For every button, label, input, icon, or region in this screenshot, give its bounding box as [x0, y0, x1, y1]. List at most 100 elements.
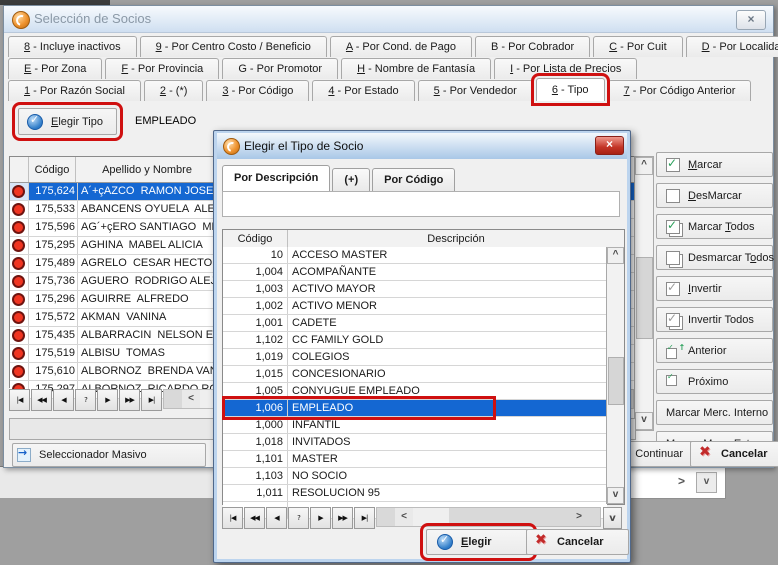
filter-tab[interactable]: 9 - Por Centro Costo / Beneficio [140, 36, 327, 57]
filter-tab[interactable]: A - Por Cond. de Pago [330, 36, 472, 57]
record-marker-icon [12, 329, 25, 342]
type-row[interactable]: 1,006 EMPLEADO [223, 400, 607, 417]
app-logo-icon [12, 11, 30, 29]
description-column-header[interactable]: Descripción [288, 230, 624, 247]
type-search-input[interactable] [222, 191, 620, 217]
dialog-cancel-button[interactable]: Cancelar [526, 529, 629, 555]
choose-type-button[interactable]: Elegir Tipo [18, 108, 117, 135]
filter-tab[interactable]: E - Por Zona [8, 58, 102, 79]
navigator-button[interactable]: ▶| [354, 507, 375, 529]
side-action-button[interactable]: Marcar Merc. Interno [656, 400, 773, 425]
cancel-button[interactable]: Cancelar [690, 441, 778, 467]
navigator-button[interactable]: ▶ [97, 389, 118, 411]
close-button[interactable]: × [736, 10, 766, 30]
type-row[interactable]: 1,015 CONCESIONARIO [223, 366, 607, 383]
type-description: ACTIVO MAYOR [288, 281, 607, 297]
scroll-down-icon[interactable]: v [603, 507, 622, 529]
mass-selector-button[interactable]: Seleccionador Masivo [12, 443, 206, 467]
type-row[interactable]: 1,003 ACTIVO MAYOR [223, 281, 607, 298]
navigator-button[interactable]: ? [288, 507, 309, 529]
type-row[interactable]: 10 ACCESO MASTER [223, 247, 607, 264]
scroll-right-icon[interactable]: > [572, 508, 586, 526]
navigator-button[interactable]: ◀◀ [31, 389, 52, 411]
filter-tab[interactable]: 3 - Por Código [206, 80, 309, 101]
record-marker-icon [12, 311, 25, 324]
filter-tab[interactable]: 5 - Por Vendedor [418, 80, 533, 101]
scroll-right-icon[interactable]: > [678, 474, 685, 488]
filter-tab[interactable]: G - Por Promotor [222, 58, 338, 79]
code-column-header[interactable]: Código [223, 230, 288, 247]
scroll-up-icon[interactable]: ^ [635, 157, 653, 175]
side-action-button[interactable]: Marcar [656, 152, 773, 177]
filter-tab[interactable]: B - Por Cobrador [475, 36, 590, 57]
type-row[interactable]: 1,018 INVITADOS [223, 434, 607, 451]
hscrollbar-thumb[interactable] [413, 508, 449, 526]
record-marker-icon [12, 239, 25, 252]
type-description: ACCESO MASTER [288, 247, 607, 263]
navigator-button[interactable]: ▶▶ [332, 507, 353, 529]
navigator-button[interactable]: ▶ [310, 507, 331, 529]
scroll-left-icon[interactable]: < [395, 508, 413, 526]
navigator-buttons: |◀◀◀◀?▶▶▶▶| [222, 507, 376, 527]
type-row[interactable]: 1,005 CONYUGUE EMPLEADO [223, 383, 607, 400]
side-button-label: Marcar [688, 159, 722, 171]
type-row[interactable]: 1,004 ACOMPAÑANTE [223, 264, 607, 281]
type-row[interactable]: 1,102 CC FAMILY GOLD [223, 332, 607, 349]
dialog-tab[interactable]: Por Código [372, 168, 455, 191]
type-row[interactable]: 1,101 MASTER [223, 451, 607, 468]
filter-tab[interactable]: 7 - Por Código Anterior [608, 80, 752, 101]
types-hscrollbar[interactable]: < > [376, 507, 601, 527]
type-row[interactable]: 1,011 RESOLUCION 95 [223, 485, 607, 502]
side-action-button[interactable]: Próximo [656, 369, 773, 394]
dialog-tab[interactable]: (+) [332, 168, 370, 191]
filter-tab[interactable]: 1 - Por Razón Social [8, 80, 141, 101]
navigator-button[interactable]: ? [75, 389, 96, 411]
navigator-button[interactable]: ▶▶ [119, 389, 140, 411]
type-row[interactable]: 1,103 NO SOCIO [223, 468, 607, 485]
dropdown-arrow-icon[interactable]: v [696, 472, 717, 493]
filter-tab[interactable]: F - Por Provincia [105, 58, 219, 79]
navigator-button[interactable]: ◀◀ [244, 507, 265, 529]
side-action-button[interactable]: DesMarcar [656, 183, 773, 208]
type-row[interactable]: 1,000 INFANTIL [223, 417, 607, 434]
tab-row-1: 8 - Incluye inactivos9 - Por Centro Cost… [8, 35, 778, 57]
filter-tab[interactable]: 6 - Tipo [536, 78, 605, 101]
dialog-close-button[interactable]: × [595, 136, 624, 155]
choose-button[interactable]: Elegir [426, 529, 531, 555]
filter-tab[interactable]: H - Nombre de Fantasía [341, 58, 491, 79]
side-action-button[interactable]: Desmarcar Todos [656, 245, 773, 270]
scroll-down-icon[interactable]: v [635, 412, 653, 430]
side-action-button[interactable]: Marcar Todos [656, 214, 773, 239]
checkbox-icon [666, 375, 680, 389]
navigator-button[interactable]: ◀ [53, 389, 74, 411]
scroll-up-icon[interactable]: ^ [607, 247, 624, 264]
filter-tab[interactable]: I - Por Lista de Precios [494, 58, 637, 79]
navigator-button[interactable]: ▶| [141, 389, 162, 411]
filter-tab[interactable]: 2 - (*) [144, 80, 204, 101]
type-row[interactable]: 1,002 ACTIVO MENOR [223, 298, 607, 315]
types-scrollbar[interactable]: ^ v [606, 247, 624, 504]
navigator-button[interactable]: |◀ [9, 389, 30, 411]
filter-tab[interactable]: C - Por Cuit [593, 36, 682, 57]
side-action-button[interactable]: Anterior [656, 338, 773, 363]
dialog-tab[interactable]: Por Descripción [222, 165, 330, 191]
scroll-left-icon[interactable]: < [182, 390, 200, 408]
type-code: 1,001 [223, 315, 288, 331]
side-button-label: Marcar Merc. Interno [666, 407, 768, 419]
filter-tab[interactable]: D - Por Localidad [686, 36, 778, 57]
type-row[interactable]: 1,019 COLEGIOS [223, 349, 607, 366]
scrollbar-thumb[interactable] [636, 257, 653, 339]
navigator-button[interactable]: ◀ [266, 507, 287, 529]
code-column-header[interactable]: Código [29, 157, 76, 182]
type-row[interactable]: 1,001 CADETE [223, 315, 607, 332]
scrollbar-thumb[interactable] [608, 357, 624, 405]
filter-tab[interactable]: 8 - Incluye inactivos [8, 36, 137, 57]
side-action-button[interactable]: Invertir [656, 276, 773, 301]
scroll-down-icon[interactable]: v [607, 487, 624, 504]
navigator-button[interactable]: |◀ [222, 507, 243, 529]
side-action-button[interactable]: Invertir Todos [656, 307, 773, 332]
members-scrollbar[interactable]: ^ v [634, 156, 654, 431]
main-titlebar: Selección de Socios × [4, 6, 773, 33]
name-column-header[interactable]: Apellido y Nombre [76, 157, 218, 182]
filter-tab[interactable]: 4 - Por Estado [312, 80, 414, 101]
